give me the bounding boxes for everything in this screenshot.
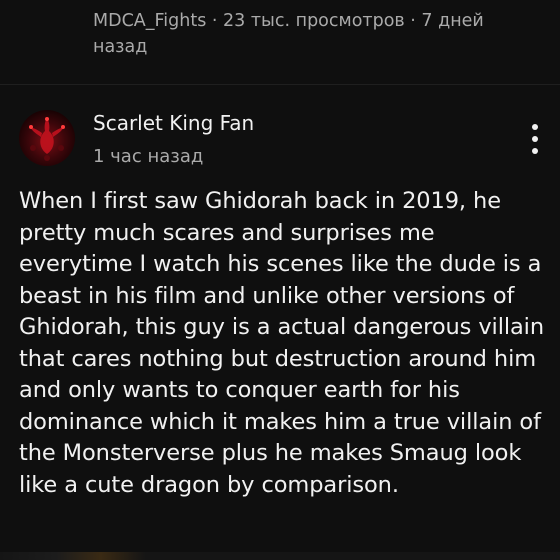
- divider: [0, 84, 560, 85]
- more-vertical-icon[interactable]: [524, 122, 548, 158]
- comment-timestamp: 1 час назад: [93, 146, 204, 167]
- avatar[interactable]: [19, 110, 75, 166]
- comment-author[interactable]: Scarlet King Fan: [93, 109, 254, 137]
- dragon-avatar-icon: [29, 117, 65, 161]
- video-meta: MDCA_Fights · 23 тыс. просмотров · 7 дне…: [93, 11, 484, 57]
- comment-text: When I first saw Ghidorah back in 2019, …: [19, 188, 544, 498]
- next-item-edge: [0, 552, 560, 560]
